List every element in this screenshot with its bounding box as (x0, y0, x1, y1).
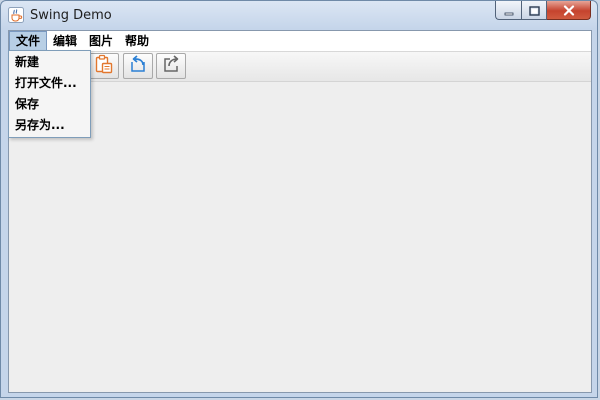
menu-image[interactable]: 图片 (83, 31, 119, 51)
menu-edit[interactable]: 编辑 (47, 31, 83, 51)
content-pane: 文件 编辑 图片 帮助 (8, 30, 592, 393)
toolbar (9, 52, 591, 82)
maximize-icon (528, 1, 540, 20)
window-title: Swing Demo (30, 8, 112, 23)
minimize-button[interactable] (495, 1, 521, 20)
menu-item-new[interactable]: 新建 (9, 52, 90, 73)
caption-buttons (495, 1, 591, 20)
menu-bar: 文件 编辑 图片 帮助 (9, 31, 591, 52)
menu-item-save-as[interactable]: 另存为... (9, 115, 90, 136)
java-coffee-cup-icon (8, 7, 24, 23)
menu-item-open-file[interactable]: 打开文件... (9, 73, 90, 94)
title-bar[interactable]: Swing Demo (1, 1, 597, 30)
undo-arrow-icon (128, 54, 148, 78)
close-button[interactable] (547, 1, 591, 20)
share-arrow-icon (161, 54, 181, 78)
menu-help[interactable]: 帮助 (119, 31, 155, 51)
close-icon (563, 1, 575, 20)
share-button[interactable] (156, 53, 186, 79)
minimize-icon (504, 1, 514, 20)
menu-file[interactable]: 文件 (9, 31, 48, 51)
app-window: Swing Demo 文件 编辑 图片 帮助 新建 打开文件... 保存 另存为… (0, 0, 598, 398)
resize-grip[interactable] (591, 391, 597, 397)
menu-item-save[interactable]: 保存 (9, 94, 90, 115)
maximize-button[interactable] (521, 1, 547, 20)
paste-button[interactable] (89, 53, 119, 79)
paste-icon (94, 54, 114, 78)
undo-button[interactable] (123, 53, 153, 79)
file-menu-dropdown: 新建 打开文件... 保存 另存为... (8, 50, 91, 138)
